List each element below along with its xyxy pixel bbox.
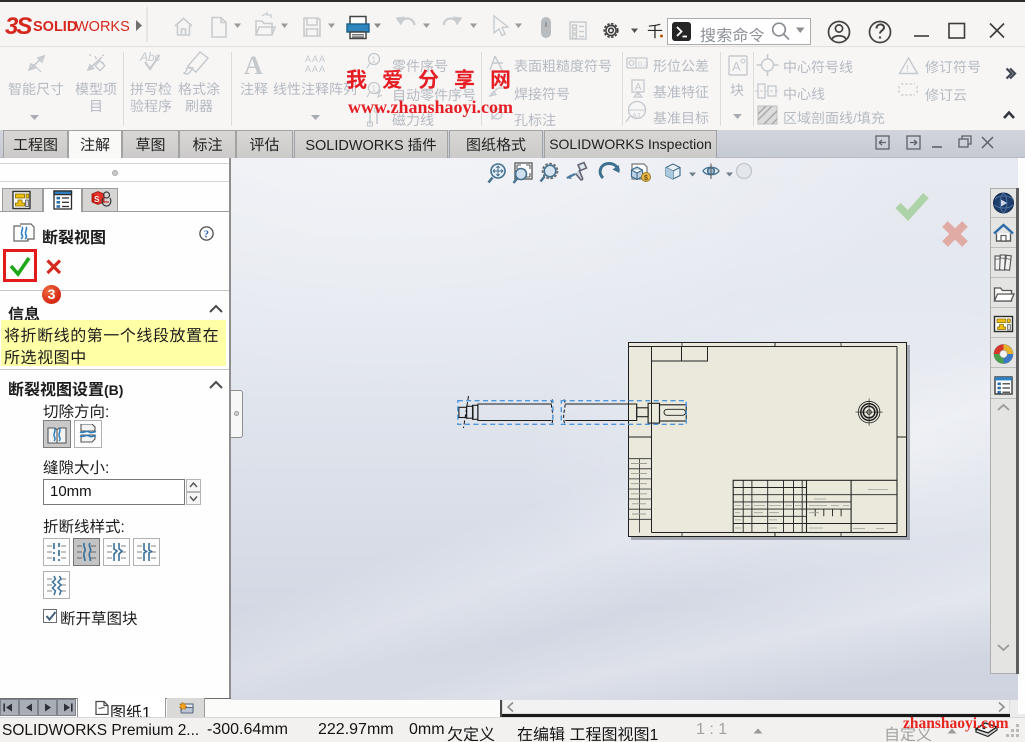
svg-text:AAA: AAA: [305, 54, 326, 64]
svg-text:千: 千: [647, 18, 663, 42]
svg-text:A: A: [732, 59, 741, 74]
svg-text:A: A: [244, 51, 263, 80]
svg-text:!: !: [906, 64, 909, 75]
svg-text:$: $: [644, 175, 648, 182]
svg-text:A1: A1: [632, 111, 641, 120]
svg-text:AAA: AAA: [305, 64, 326, 74]
svg-text:0.3: 0.3: [638, 60, 648, 69]
svg-text:?: ?: [204, 229, 209, 240]
svg-text:WORKS: WORKS: [75, 19, 130, 35]
svg-text:S: S: [94, 195, 100, 204]
svg-text:SOLID: SOLID: [33, 19, 77, 35]
svg-text:A: A: [635, 82, 642, 93]
svg-text:3S: 3S: [5, 13, 32, 40]
